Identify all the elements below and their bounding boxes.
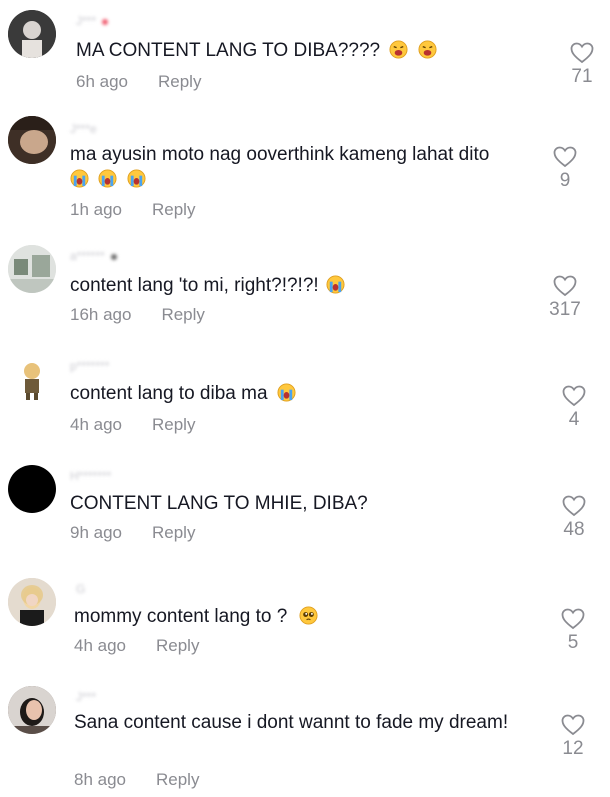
comment-item: p******* content lang to diba ma 4h ago R… [0,345,610,455]
comment-timestamp: 4h ago [70,415,122,434]
pleading-face-icon [299,606,318,625]
like-button[interactable]: 9 [540,146,590,192]
comment-timestamp: 9h ago [70,523,122,542]
comment-text: content lang to diba ma [70,381,540,406]
like-button[interactable]: 317 [540,275,590,321]
avatar[interactable] [8,578,56,626]
comment-item: a****** content lang 'to mi, right?!?!?!… [0,235,610,345]
avatar[interactable] [8,116,56,164]
like-button[interactable]: 12 [548,714,598,760]
comment-text: content lang 'to mi, right?!?!?! [70,273,540,298]
like-button[interactable]: 4 [549,385,599,431]
comment-timestamp: 8h ago [74,770,126,789]
comment-text: mommy content lang to ? [74,604,544,629]
comment-item: J*** Sana content cause i dont wannt to … [0,680,610,797]
comment-timestamp: 16h ago [70,305,132,324]
heart-icon [570,42,594,64]
reply-button[interactable]: Reply [152,523,195,542]
avatar[interactable] [8,245,56,293]
comment-item: G mommy content lang to ? 4h ago Reply 5 [0,570,610,680]
comment-meta: 4h ago Reply [70,415,195,435]
loudly-crying-face-icon [127,169,146,188]
comment-username[interactable]: J*** [76,690,96,704]
heart-icon [553,146,577,168]
avatar[interactable] [8,465,56,513]
loudly-crying-face-icon [277,383,296,402]
heart-icon [553,275,577,297]
heart-icon [561,608,585,630]
comment-item: J*** MA CONTENT LANG TO DIBA???? 6h ago R… [0,0,610,110]
comment-meta: 4h ago Reply [74,636,199,656]
weary-face-icon [389,40,408,59]
reply-button[interactable]: Reply [156,770,199,789]
reply-button[interactable]: Reply [152,415,195,434]
like-count: 4 [568,409,580,430]
like-count: 9 [559,170,571,191]
like-count: 71 [571,66,593,87]
like-count: 48 [563,519,585,540]
avatar[interactable] [8,686,56,734]
reply-button[interactable]: Reply [161,305,204,324]
status-dot-icon [110,253,117,260]
like-button[interactable]: 71 [557,42,607,88]
like-button[interactable]: 48 [549,495,599,541]
comment-timestamp: 1h ago [70,200,122,219]
reply-button[interactable]: Reply [152,200,195,219]
comment-username[interactable]: H******* [70,469,111,483]
comment-username[interactable]: G [76,582,85,596]
comment-username[interactable]: J*** [76,14,109,28]
comment-item: H******* CONTENT LANG TO MHIE, DIBA? 9h … [0,455,610,570]
comment-meta: 16h ago Reply [70,305,205,325]
loudly-crying-face-icon [70,169,89,188]
weary-face-icon [418,40,437,59]
comment-text: Sana content cause i dont wannt to fade … [74,712,509,733]
like-button[interactable]: 5 [548,608,598,654]
loudly-crying-face-icon [326,275,345,294]
comment-username[interactable]: a****** [70,249,117,263]
comment-text: MA CONTENT LANG TO DIBA???? [76,38,546,63]
reply-button[interactable]: Reply [156,636,199,655]
comment-username[interactable]: p******* [70,359,109,373]
comment-meta: 6h ago Reply [76,72,201,92]
comment-meta: 9h ago Reply [70,523,195,543]
comment-item: J***e ma ayusin moto nag ooverthink kame… [0,110,610,235]
verified-dot-icon [102,18,109,25]
avatar[interactable] [8,355,56,403]
comment-text: CONTENT LANG TO MHIE, DIBA? [70,493,368,514]
loudly-crying-face-icon [98,169,117,188]
comment-meta: 1h ago Reply [70,200,195,220]
comment-text: ma ayusin moto nag ooverthink kameng lah… [70,142,540,192]
comment-timestamp: 6h ago [76,72,128,91]
avatar[interactable] [8,10,56,58]
comment-timestamp: 4h ago [74,636,126,655]
heart-icon [561,714,585,736]
like-count: 12 [562,738,584,759]
heart-icon [562,495,586,517]
like-count: 5 [567,632,579,653]
like-count: 317 [549,299,581,320]
comment-meta: 8h ago Reply [74,770,199,790]
reply-button[interactable]: Reply [158,72,201,91]
heart-icon [562,385,586,407]
comment-username[interactable]: J***e [70,122,97,136]
